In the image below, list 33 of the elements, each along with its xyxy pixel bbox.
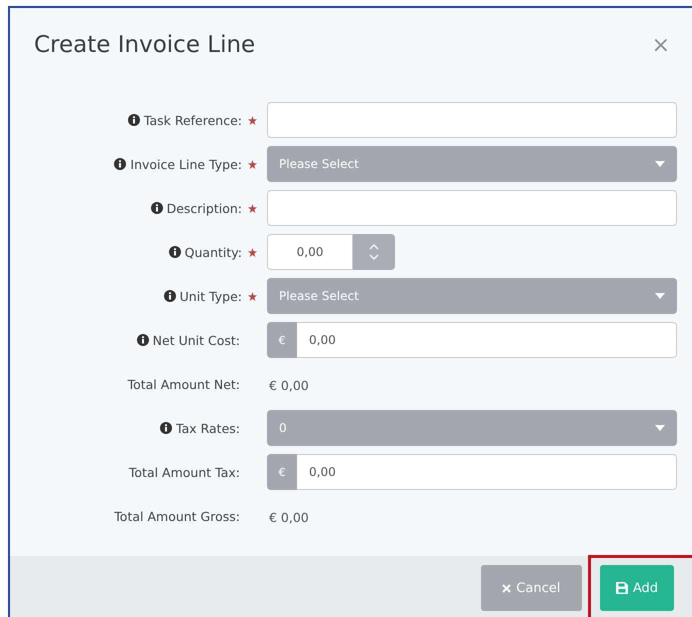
- amount-field[interactable]: 0,00: [297, 322, 677, 358]
- field-label: Task Reference:: [144, 112, 242, 128]
- field-label: Total Amount Gross:: [114, 508, 240, 524]
- up-down-arrows-icon: [369, 242, 379, 262]
- add-button[interactable]: Add: [600, 565, 674, 611]
- caret-icon: [655, 425, 665, 431]
- field-label: Description:: [166, 200, 242, 216]
- field-label: Total Amount Tax:: [128, 464, 240, 480]
- field-label: Invoice Line Type:: [130, 156, 242, 172]
- spinner-button[interactable]: [353, 234, 395, 270]
- caret-icon: [655, 161, 665, 167]
- field-label: Net Unit Cost:: [152, 332, 240, 348]
- close-icon: [502, 584, 512, 592]
- amount-value: € 0,00: [268, 378, 309, 392]
- field-label: Tax Rates:: [176, 420, 240, 436]
- field-label: Unit Type:: [180, 288, 242, 304]
- currency-addon: €: [267, 322, 297, 358]
- number-field[interactable]: 0,00: [267, 234, 353, 270]
- field-label: Total Amount Net:: [128, 376, 240, 392]
- select-field[interactable]: Please Select: [267, 146, 677, 182]
- save-icon: [616, 582, 628, 594]
- select-field[interactable]: Please Select: [267, 278, 677, 314]
- caret-icon: [655, 293, 665, 299]
- close-button[interactable]: ×: [652, 32, 670, 58]
- select-field[interactable]: 0: [267, 410, 677, 446]
- field-label: Quantity:: [184, 244, 242, 260]
- cancel-button[interactable]: Cancel: [480, 565, 582, 611]
- text-field[interactable]: [267, 102, 677, 138]
- text-field[interactable]: [267, 190, 677, 226]
- currency-addon: €: [267, 454, 297, 490]
- dialog-title: Create Invoice Line: [34, 32, 256, 58]
- amount-value: € 0,00: [268, 510, 309, 524]
- amount-field[interactable]: 0,00: [297, 454, 677, 490]
